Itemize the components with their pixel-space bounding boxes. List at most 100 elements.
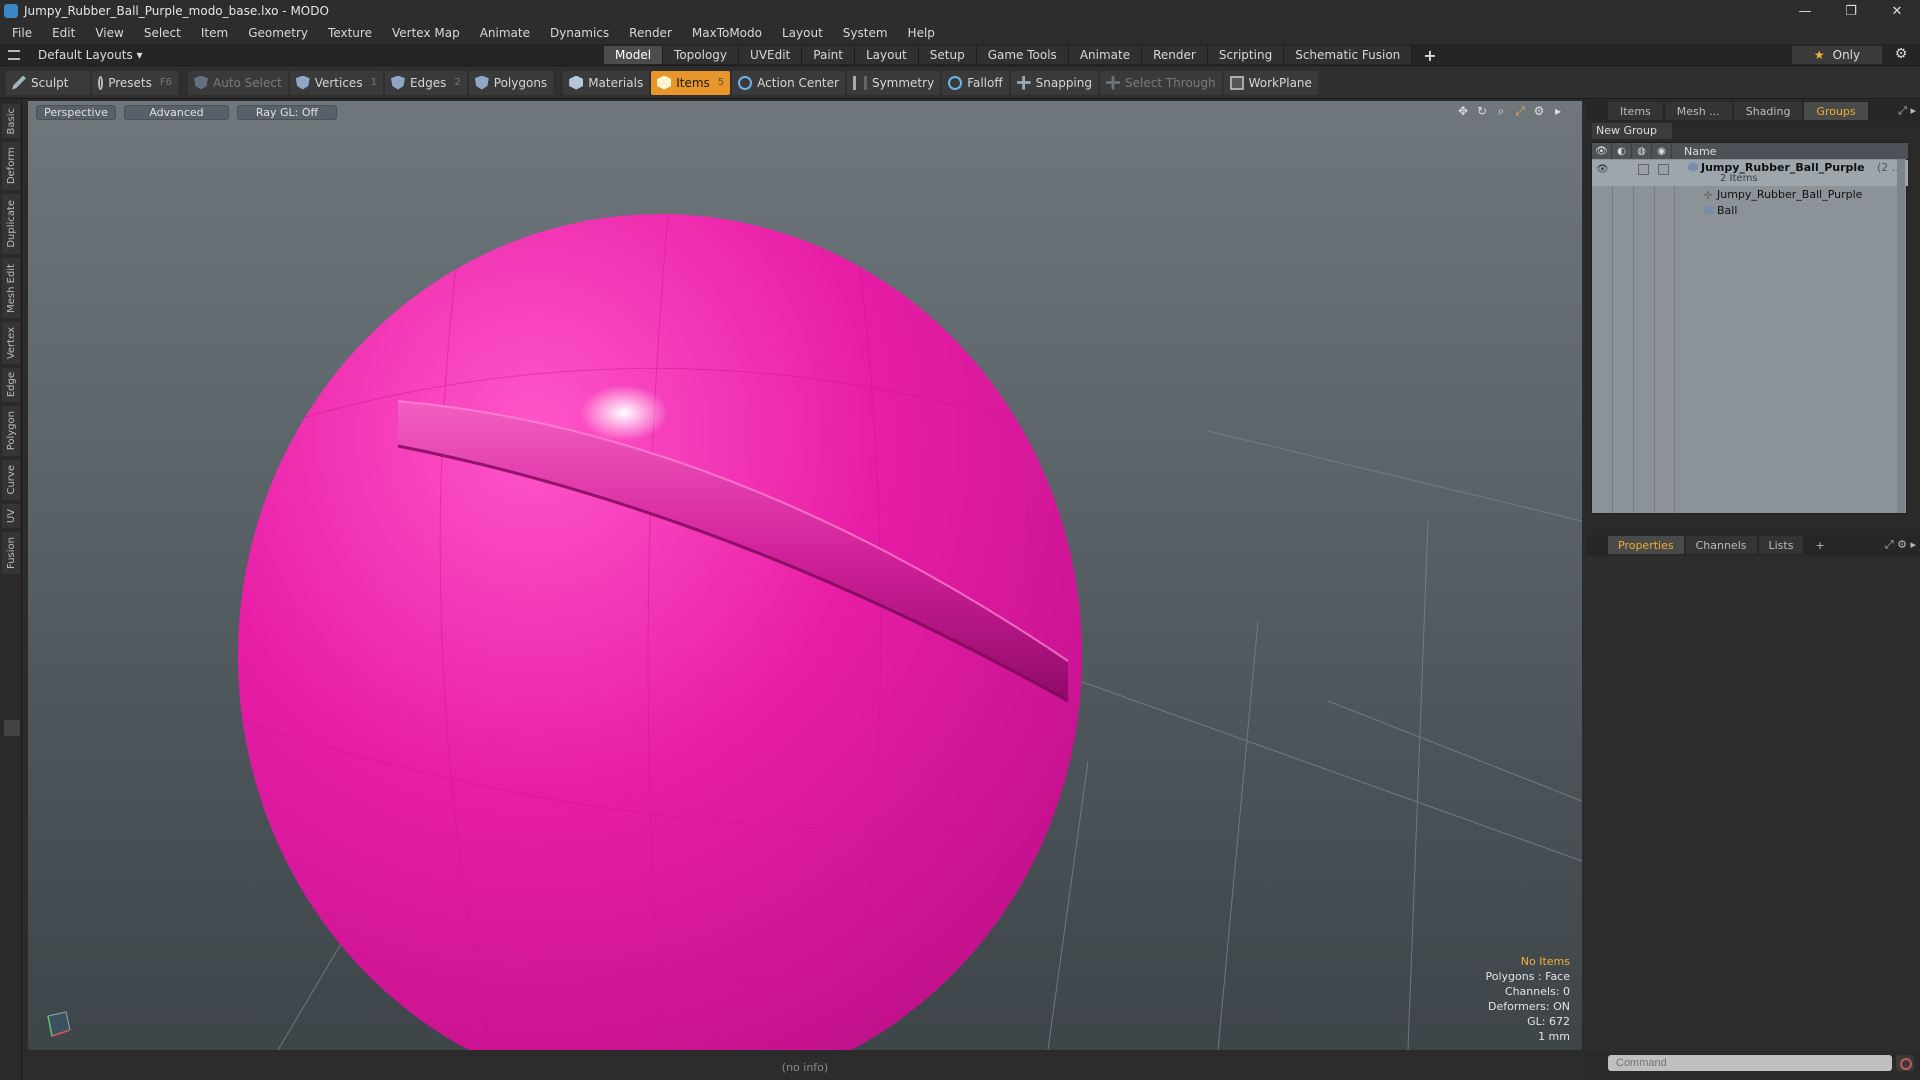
tab-items[interactable]: Items [1608, 102, 1663, 120]
vtab-mesh-edit[interactable]: Mesh Edit [2, 258, 20, 318]
select-column-icon[interactable]: ◉ [1652, 143, 1672, 159]
item-panel-tabs: Items Mesh ... Shading Groups ⤢ ▸ [1586, 101, 1920, 121]
tab-schematic-fusion[interactable]: Schematic Fusion [1284, 46, 1413, 64]
tab-setup[interactable]: Setup [918, 46, 977, 64]
items-shortcut: 5 [717, 77, 725, 88]
vtab-basic[interactable]: Basic [2, 104, 20, 138]
workplane-button[interactable]: WorkPlane [1223, 70, 1318, 95]
presets-button[interactable]: Presets F6 [92, 70, 178, 95]
lock-column-icon[interactable]: ◍ [1632, 143, 1652, 159]
tab-model[interactable]: Model [604, 46, 664, 64]
menu-animate[interactable]: Animate [480, 26, 530, 40]
tab-mesh[interactable]: Mesh ... [1664, 102, 1732, 120]
vtab-uv[interactable]: UV [2, 504, 20, 528]
sculpt-button[interactable]: Sculpt [6, 70, 90, 95]
layout-selector[interactable]: Default Layouts ▾ [8, 48, 143, 62]
vtab-curve[interactable]: Curve [2, 460, 20, 500]
polygons-info: Polygons : Face [1485, 970, 1570, 983]
menu-vertex-map[interactable]: Vertex Map [392, 26, 460, 40]
vtab-vertex[interactable]: Vertex [2, 322, 20, 364]
vertices-button[interactable]: Vertices 1 [289, 70, 383, 95]
auto-select-button[interactable]: Auto Select [188, 70, 288, 95]
menu-help[interactable]: Help [908, 26, 935, 40]
group-child-row[interactable]: ⊹ Jumpy_Rubber_Ball_Purple [1592, 187, 1908, 203]
groups-scrollbar[interactable] [1897, 159, 1905, 513]
menu-texture[interactable]: Texture [328, 26, 372, 40]
minimize-button[interactable]: — [1782, 0, 1828, 22]
menu-view[interactable]: View [95, 26, 123, 40]
close-button[interactable]: ✕ [1874, 0, 1920, 22]
symmetry-button[interactable]: Symmetry [846, 70, 941, 95]
tab-channels[interactable]: Channels [1685, 536, 1757, 554]
rubber-ball-mesh[interactable] [28, 101, 1582, 1050]
restore-button[interactable]: ❐ [1828, 0, 1874, 22]
command-history-icon[interactable] [1896, 1055, 1914, 1071]
add-panel-tab-button[interactable]: + [1805, 536, 1834, 554]
menu-system[interactable]: System [843, 26, 888, 40]
groups-list[interactable]: 👁 ◐ ◍ ◉ Name 👁 Jumpy_Rubber_Ball_Purple … [1591, 142, 1908, 514]
lock-checkbox[interactable] [1638, 164, 1649, 175]
menu-edit[interactable]: Edit [52, 26, 75, 40]
items-button[interactable]: Items 5 [651, 70, 731, 95]
materials-button[interactable]: Materials [563, 70, 650, 95]
tab-scripting[interactable]: Scripting [1207, 46, 1285, 64]
select-through-button[interactable]: Select Through [1100, 70, 1222, 95]
viewport-expand-icon[interactable]: ▸ [1550, 104, 1566, 120]
tab-game-tools[interactable]: Game Tools [976, 46, 1069, 64]
toolbox-toggle-button[interactable] [4, 720, 20, 736]
menu-item[interactable]: Item [201, 26, 228, 40]
menu-select[interactable]: Select [144, 26, 181, 40]
group-row[interactable]: 👁 Jumpy_Rubber_Ball_Purple (2 ... 2 Item… [1592, 160, 1908, 186]
visibility-column-icon[interactable]: 👁 [1592, 143, 1612, 159]
vtab-polygon[interactable]: Polygon [2, 406, 20, 456]
vtab-edge[interactable]: Edge [2, 368, 20, 402]
star-icon: ★ [1813, 48, 1825, 62]
new-group-button[interactable]: New Group [1592, 123, 1672, 139]
gear-icon[interactable]: ⚙ [1892, 46, 1910, 64]
only-button[interactable]: ★ Only [1792, 46, 1882, 64]
tab-paint[interactable]: Paint [802, 46, 855, 64]
view-mode-dropdown[interactable]: Perspective [36, 105, 116, 120]
panel-expand-icon[interactable]: ⤢ ▸ [1898, 104, 1916, 118]
tab-render[interactable]: Render [1142, 46, 1208, 64]
menu-file[interactable]: File [12, 26, 32, 40]
vtab-duplicate[interactable]: Duplicate [2, 194, 20, 254]
vtab-deform[interactable]: Deform [2, 142, 20, 190]
menu-render[interactable]: Render [629, 26, 672, 40]
pan-icon[interactable]: ✥ [1455, 104, 1471, 120]
rotate-icon[interactable]: ↻ [1474, 104, 1490, 120]
polygons-button[interactable]: Polygons [468, 70, 554, 95]
raygl-toggle[interactable]: Ray GL: Off [237, 105, 337, 120]
group-child-row[interactable]: Ball [1592, 203, 1908, 219]
menu-maxtomodo[interactable]: MaxToModo [692, 26, 762, 40]
tab-animate[interactable]: Animate [1068, 46, 1143, 64]
tab-shading[interactable]: Shading [1733, 102, 1803, 120]
edges-button[interactable]: Edges 2 [384, 70, 467, 95]
tab-lists[interactable]: Lists [1758, 536, 1804, 554]
menu-layout[interactable]: Layout [782, 26, 823, 40]
snapping-button[interactable]: Snapping [1010, 70, 1098, 95]
viewport-nav-icons: ✥ ↻ ⌕ ⤢ ⚙ ▸ [1452, 104, 1566, 120]
tab-uvedit[interactable]: UVEdit [739, 46, 803, 64]
shading-mode-dropdown[interactable]: Advanced [124, 105, 229, 120]
menu-geometry[interactable]: Geometry [248, 26, 308, 40]
command-input[interactable] [1608, 1055, 1892, 1071]
viewport-settings-icon[interactable]: ⚙ [1531, 104, 1547, 120]
tab-properties[interactable]: Properties [1608, 536, 1684, 554]
action-center-button[interactable]: Action Center [732, 70, 845, 95]
tab-groups[interactable]: Groups [1804, 102, 1868, 120]
tab-topology[interactable]: Topology [663, 46, 740, 64]
render-column-icon[interactable]: ◐ [1612, 143, 1632, 159]
3d-viewport[interactable]: Perspective Advanced Ray GL: Off ✥ ↻ ⌕ ⤢… [28, 101, 1582, 1050]
add-tab-button[interactable]: + [1412, 46, 1447, 65]
menu-dynamics[interactable]: Dynamics [550, 26, 609, 40]
tab-layout[interactable]: Layout [854, 46, 919, 64]
fit-icon[interactable]: ⤢ [1512, 104, 1528, 120]
falloff-button[interactable]: Falloff [942, 70, 1009, 95]
properties-expand-icon[interactable]: ⤢ ⚙ ▸ [1885, 538, 1916, 552]
zoom-icon[interactable]: ⌕ [1493, 104, 1509, 120]
vtab-fusion[interactable]: Fusion [2, 532, 20, 574]
select-checkbox[interactable] [1658, 164, 1669, 175]
vtab-curve-label: Curve [5, 465, 17, 495]
visibility-eye-icon[interactable]: 👁 [1596, 164, 1609, 175]
